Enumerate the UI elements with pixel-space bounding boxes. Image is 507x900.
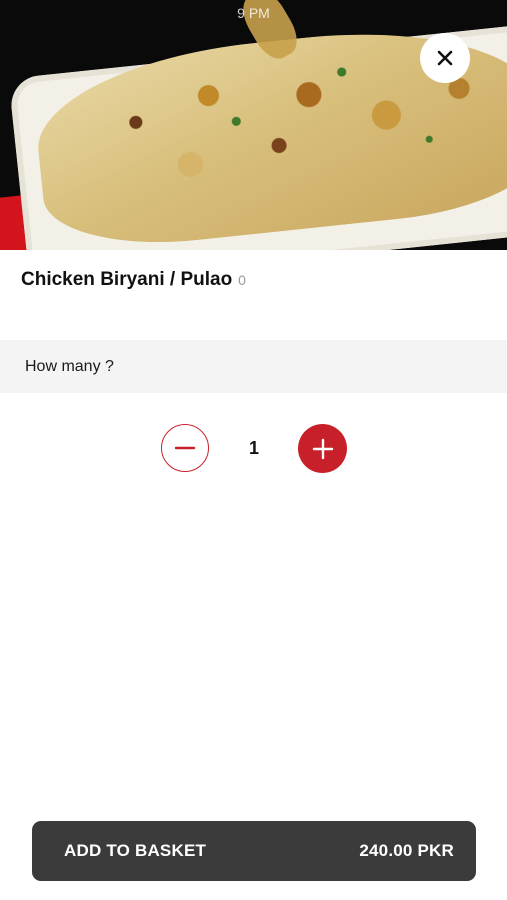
add-to-basket-label: ADD TO BASKET (64, 841, 207, 860)
close-icon (437, 50, 453, 66)
product-title: Chicken Biryani / Pulao (21, 269, 233, 290)
increase-quantity-button[interactable] (298, 424, 347, 473)
quantity-section-label: How many ? (25, 357, 114, 375)
product-detail-screen: 9 PM Chicken Biryani / Pulao 0 How many … (0, 0, 507, 900)
close-button[interactable] (420, 33, 470, 83)
quantity-section-header: How many ? (0, 340, 507, 393)
quantity-value: 1 (248, 438, 259, 458)
product-count: 0 (238, 272, 246, 288)
quantity-stepper: 1 (0, 424, 507, 473)
total-price: 240.00 PKR (359, 841, 454, 860)
product-title-row: Chicken Biryani / Pulao 0 (21, 269, 246, 291)
add-to-basket-button[interactable]: ADD TO BASKET 240.00 PKR (32, 821, 476, 881)
plus-icon (312, 438, 333, 459)
decrease-quantity-button[interactable] (161, 424, 209, 472)
minus-icon (174, 446, 196, 450)
status-bar-time: 9 PM (237, 5, 270, 21)
